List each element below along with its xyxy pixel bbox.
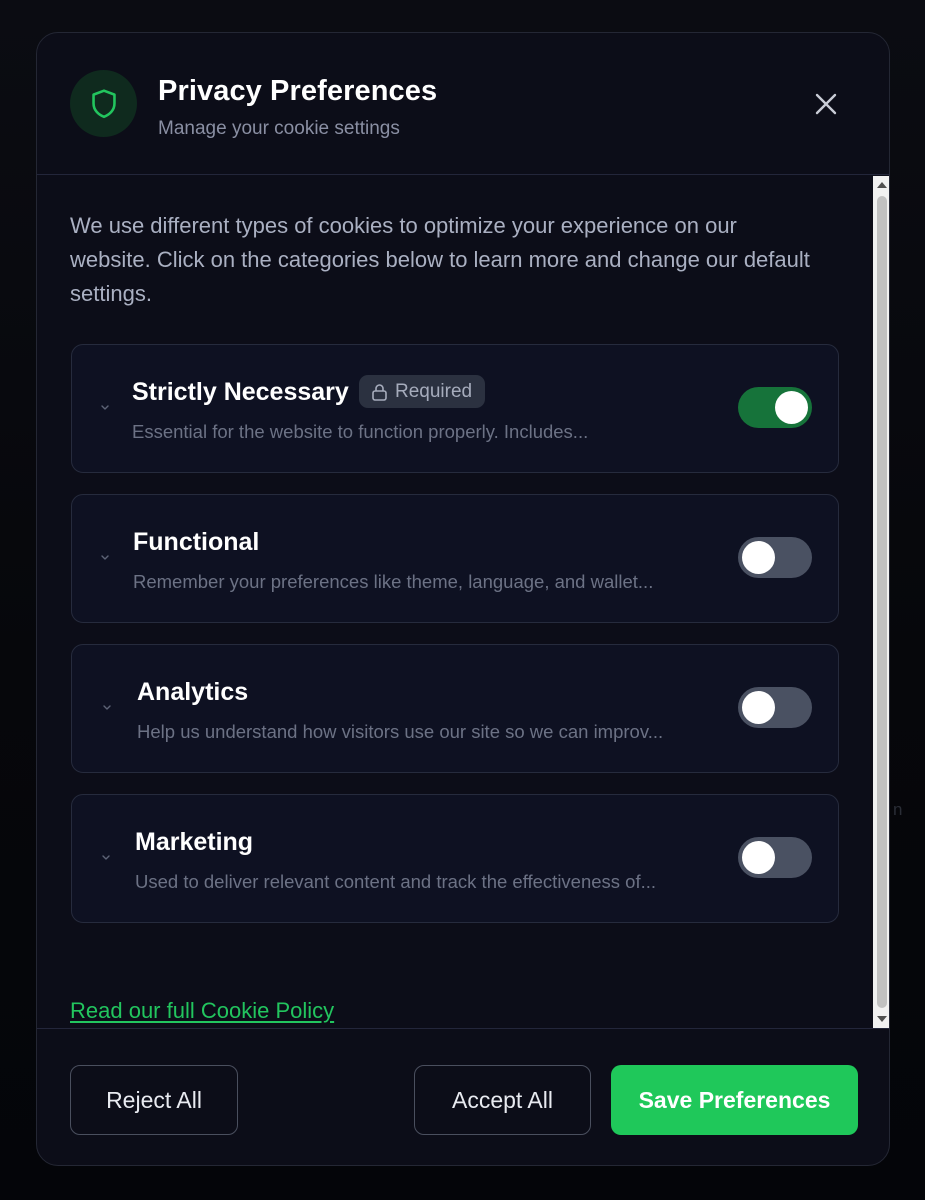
chevron-down-icon[interactable] (98, 400, 112, 414)
save-preferences-button[interactable]: Save Preferences (611, 1065, 858, 1135)
toggle-functional[interactable] (738, 537, 812, 578)
category-title: Functional (133, 528, 260, 556)
category-title: Marketing (135, 828, 254, 856)
dialog-title: Privacy Preferences (158, 75, 438, 107)
category-functional[interactable]: Functional Remember your preferences lik… (71, 494, 839, 623)
required-badge: Required (359, 375, 486, 408)
toggle-knob (742, 841, 775, 874)
close-icon (815, 93, 837, 115)
reject-all-button[interactable]: Reject All (70, 1065, 238, 1135)
category-strictly-necessary[interactable]: Strictly Necessary Required Essential fo… (71, 344, 839, 473)
category-title: Strictly Necessary (132, 378, 349, 406)
content-scrollbar[interactable] (873, 176, 889, 1028)
cookie-policy-link[interactable]: Read our full Cookie Policy (70, 998, 334, 1024)
dialog-header: Privacy Preferences Manage your cookie s… (37, 33, 889, 175)
scrollbar-thumb[interactable] (877, 196, 887, 1008)
toggle-knob (742, 691, 775, 724)
toggle-knob (742, 541, 775, 574)
category-description: Remember your preferences like theme, la… (133, 571, 654, 592)
chevron-down-icon[interactable] (100, 700, 114, 714)
category-description: Essential for the website to function pr… (132, 421, 589, 442)
close-button[interactable] (809, 87, 843, 121)
accept-all-button[interactable]: Accept All (414, 1065, 591, 1135)
lock-icon (372, 383, 387, 401)
scroll-down-arrow-icon[interactable] (877, 1016, 887, 1022)
required-badge-label: Required (395, 380, 473, 402)
dialog-content: We use different types of cookies to opt… (37, 175, 889, 1028)
category-title: Analytics (137, 678, 249, 706)
category-analytics[interactable]: Analytics Help us understand how visitor… (71, 644, 839, 773)
category-description: Help us understand how visitors use our … (137, 721, 664, 742)
shield-badge (70, 70, 137, 137)
toggle-strictly-necessary[interactable] (738, 387, 812, 428)
toggle-knob (775, 391, 808, 424)
toggle-analytics[interactable] (738, 687, 812, 728)
chevron-down-icon[interactable] (99, 850, 113, 864)
scroll-up-arrow-icon[interactable] (877, 182, 887, 188)
chevron-down-icon[interactable] (98, 550, 112, 564)
shield-icon (91, 88, 116, 118)
category-marketing[interactable]: Marketing Used to deliver relevant conte… (71, 794, 839, 923)
privacy-preferences-dialog: Privacy Preferences Manage your cookie s… (36, 32, 890, 1166)
background-partial-text: n (893, 800, 903, 819)
intro-text: We use different types of cookies to opt… (70, 213, 810, 306)
category-description: Used to deliver relevant content and tra… (135, 871, 657, 892)
dialog-footer: Reject All Accept All Save Preferences (37, 1028, 889, 1165)
toggle-marketing[interactable] (738, 837, 812, 878)
dialog-subtitle: Manage your cookie settings (158, 118, 400, 139)
